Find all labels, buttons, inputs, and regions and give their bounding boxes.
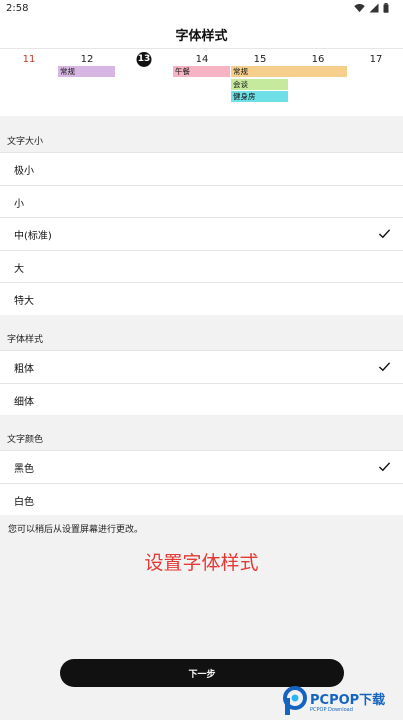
app-header: 字体样式 [0, 18, 403, 48]
day-label-14: 14 [195, 54, 209, 65]
text-color-options: 黑色 白色 [0, 450, 403, 515]
font-style-options: 粗体 细体 [0, 350, 403, 415]
section-title: 文字颜色 [7, 435, 44, 445]
option-label: 特大 [14, 296, 34, 307]
section-title: 字体样式 [7, 335, 44, 345]
option-font-light[interactable]: 细体 [0, 382, 403, 416]
option-text-size-medium[interactable]: 中(标准) [0, 217, 403, 250]
calendar-event-regular-15: 常规 [231, 66, 347, 77]
option-label: 细体 [14, 396, 34, 408]
option-text-size-small[interactable]: 小 [0, 184, 403, 218]
watermark-brand: PCPOP下载 [310, 693, 386, 708]
section-title: 文字大小 [7, 137, 44, 147]
section-header-font-style: 字体样式 [0, 315, 403, 350]
option-label: 粗体 [14, 364, 34, 375]
status-time: 2:58 [6, 3, 29, 14]
wifi-icon [354, 3, 365, 13]
day-label-today: 13 [136, 52, 152, 67]
calendar-event-meeting: 会谈 [231, 79, 288, 90]
option-label: 极小 [14, 166, 34, 177]
option-label: 黑色 [14, 464, 34, 475]
day-label-12: 12 [80, 54, 94, 65]
section-header-text-color: 文字颜色 [0, 415, 403, 450]
text-size-options: 极小 小 中(标准) 大 特大 [0, 152, 403, 315]
day-label-15: 15 [253, 54, 267, 65]
check-icon [378, 362, 391, 372]
option-text-size-xsmall[interactable]: 极小 [0, 152, 403, 185]
day-label-16: 16 [311, 54, 325, 65]
option-label: 白色 [14, 496, 34, 508]
option-text-size-large[interactable]: 大 [0, 249, 403, 283]
footer-note: 您可以稍后从设置屏幕进行更改。 [8, 525, 144, 535]
day-label-11: 11 [22, 54, 36, 65]
watermark-sub: PCPOP Download [310, 707, 353, 713]
option-font-bold[interactable]: 粗体 [0, 350, 403, 383]
option-text-size-xlarge[interactable]: 特大 [0, 282, 403, 315]
overlay-caption: 设置字体样式 [144, 552, 259, 574]
page-title: 字体样式 [175, 29, 228, 44]
option-color-black[interactable]: 黑色 [0, 450, 403, 483]
calendar-event-gym: 健身房 [231, 91, 288, 102]
option-label: 中(标准) [14, 231, 52, 242]
calendar-preview: 11 12 13 14 15 16 17 常规 午餐 常规 会谈 健身房 [0, 48, 403, 116]
battery-icon [383, 3, 389, 13]
option-label: 小 [14, 198, 24, 210]
calendar-event-lunch: 午餐 [173, 66, 230, 77]
watermark: PCPOP下载 PCPOP Download [280, 683, 403, 720]
check-icon [378, 229, 391, 239]
section-header-text-size: 文字大小 [0, 116, 403, 152]
calendar-event-regular-12: 常规 [58, 66, 115, 77]
check-icon [378, 462, 391, 472]
status-icons [354, 3, 389, 13]
signal-icon [369, 3, 379, 13]
pcpop-logo-icon [283, 686, 307, 715]
option-label: 大 [14, 263, 24, 275]
option-color-white[interactable]: 白色 [0, 482, 403, 516]
day-label-17: 17 [369, 54, 383, 65]
status-bar: 2:58 [0, 0, 403, 18]
